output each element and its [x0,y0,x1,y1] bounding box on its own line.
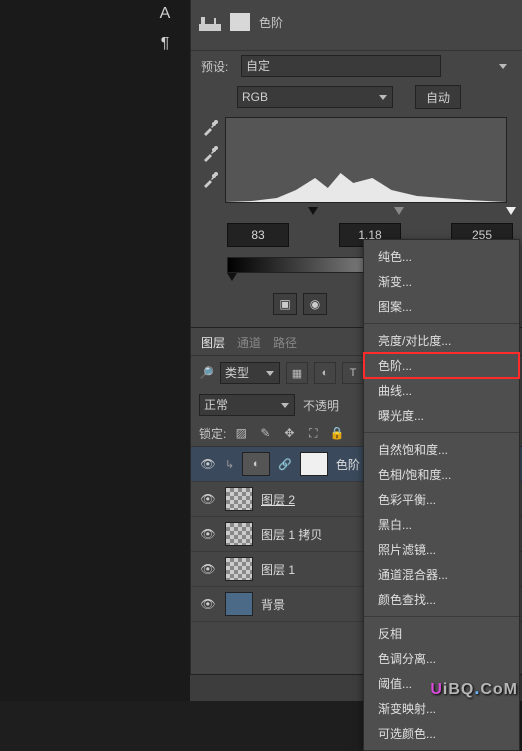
layer-thumb [225,522,253,546]
preset-label: 预设: [201,58,235,75]
lock-position-icon[interactable]: ✥ [280,424,298,442]
menu-separator [364,323,519,324]
filter-pixel-icon[interactable]: ▦ [286,362,308,384]
mask-thumb[interactable] [300,452,328,476]
view-previous-icon[interactable]: ◉ [303,293,327,315]
context-menu-item[interactable]: 渐变映射... [364,696,519,721]
mask-icon[interactable] [229,11,251,33]
context-menu-item[interactable]: 亮度/对比度... [364,328,519,353]
levels-histogram-icon [199,11,221,33]
context-menu-item[interactable]: 反相 [364,621,519,646]
context-menu-item[interactable]: 可选颜色... [364,721,519,746]
lock-all-icon[interactable]: 🔒 [328,424,346,442]
context-menu-item[interactable]: 纯色... [364,244,519,269]
clip-to-layer-icon[interactable]: ▣ [273,293,297,315]
context-menu-item[interactable]: 颜色查找... [364,587,519,612]
lock-artboard-icon[interactable]: ⛶ [304,424,322,442]
filter-type-icon[interactable]: T [342,362,364,384]
layer-thumb [225,557,253,581]
gray-eyedropper-icon[interactable] [201,145,219,163]
type-tool-icon[interactable]: A [160,5,171,23]
shadow-input[interactable] [227,223,289,247]
canvas-area: A ¶ [0,0,190,701]
context-menu-item[interactable]: 通道混合器... [364,562,519,587]
paragraph-tool-icon[interactable]: ¶ [161,35,170,53]
tab-channels[interactable]: 通道 [237,334,261,351]
layer-thumb [225,487,253,511]
lock-transparent-icon[interactable]: ▨ [232,424,250,442]
layer-name: 图层 2 [261,491,295,508]
layer-name: 色阶 [336,456,360,473]
context-menu-item[interactable]: 渐变... [364,269,519,294]
visibility-icon[interactable]: 👁 [199,527,217,541]
menu-separator [364,616,519,617]
context-menu-item[interactable]: 照片滤镜... [364,537,519,562]
layer-name: 图层 1 [261,561,295,578]
layer-link-icon: 🔗 [278,458,292,471]
filter-kind-select[interactable]: 类型 [220,362,280,384]
lock-paint-icon[interactable]: ✎ [256,424,274,442]
context-menu-item[interactable]: 色阶... [364,353,519,378]
layer-name: 图层 1 拷贝 [261,526,322,543]
visibility-icon[interactable]: 👁 [199,492,217,506]
menu-separator [364,432,519,433]
layer-thumb [225,592,253,616]
input-sliders[interactable] [227,207,515,219]
auto-button[interactable]: 自动 [415,85,461,109]
white-eyedropper-icon[interactable] [201,171,219,189]
blendmode-select[interactable]: 正常 [199,394,295,416]
visibility-icon[interactable]: 👁 [199,597,217,611]
histogram-display[interactable] [225,117,507,203]
visibility-icon[interactable]: 👁 [199,562,217,576]
context-menu-item[interactable]: 自然饱和度... [364,437,519,462]
tab-layers[interactable]: 图层 [201,334,225,351]
preset-select[interactable]: 自定 [241,55,441,77]
opacity-label: 不透明 [303,397,339,414]
lock-label: 锁定: [199,425,226,442]
black-eyedropper-icon[interactable] [201,119,219,137]
watermark: UiBQ.CoM [430,678,518,699]
tab-paths[interactable]: 路径 [273,334,297,351]
context-menu-item[interactable]: 色相/饱和度... [364,462,519,487]
adjustment-context-menu: 纯色...渐变...图案... 亮度/对比度...色阶...曲线...曝光度...… [363,239,520,751]
adjustment-thumb-icon: ◐ [242,452,270,476]
context-menu-item[interactable]: 色调分离... [364,646,519,671]
context-menu-item[interactable]: 曝光度... [364,403,519,428]
visibility-icon[interactable]: 👁 [199,457,217,471]
context-menu-item[interactable]: 黑白... [364,512,519,537]
filter-adjust-icon[interactable]: ◐ [314,362,336,384]
context-menu-item[interactable]: 图案... [364,294,519,319]
context-menu-item[interactable]: 曲线... [364,378,519,403]
layer-name: 背景 [261,596,285,613]
clip-indicator-icon: ↳ [225,458,234,471]
adjustment-title: 色阶 [259,14,283,31]
context-menu-item[interactable]: 色彩平衡... [364,487,519,512]
channel-select[interactable]: RGB [237,86,393,108]
